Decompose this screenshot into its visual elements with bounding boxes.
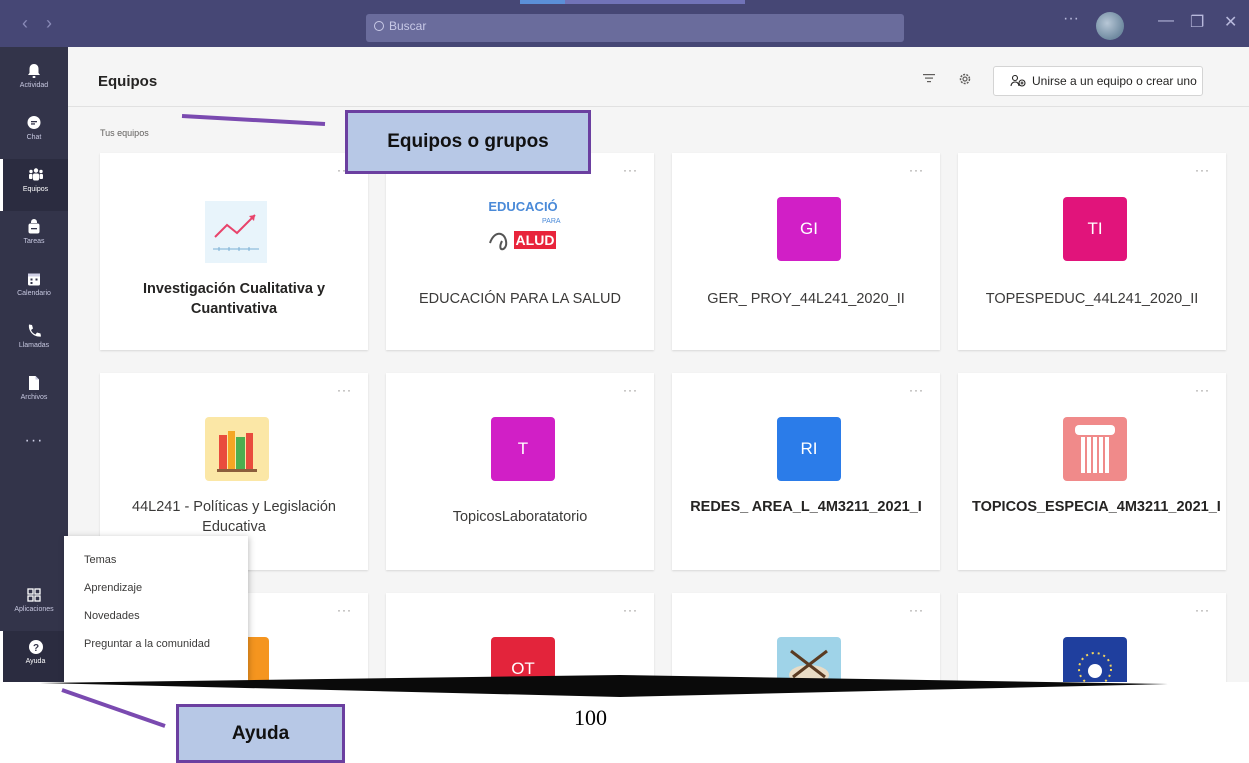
callout-teams: Equipos o grupos (345, 110, 591, 174)
annotation-arrows (40, 114, 1168, 728)
callout-help: Ayuda (176, 704, 345, 763)
page-number: 100 (574, 705, 607, 730)
page-divider (40, 675, 1168, 697)
